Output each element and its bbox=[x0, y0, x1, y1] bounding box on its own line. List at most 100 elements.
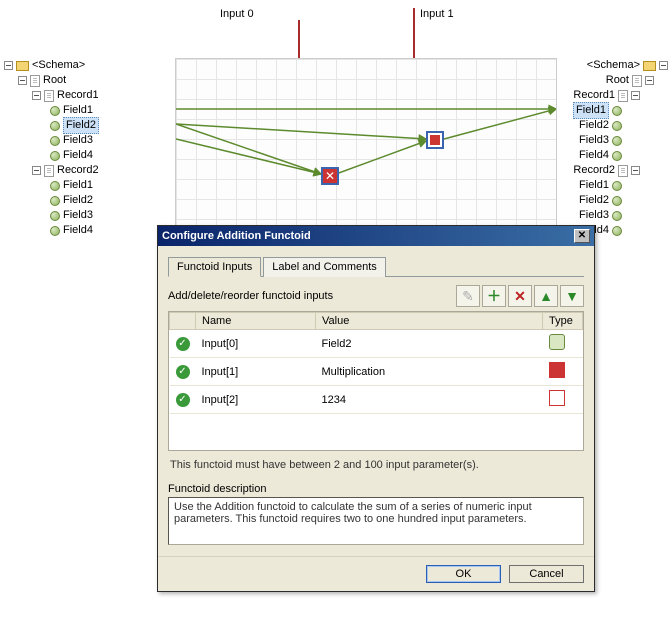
source-field-selected[interactable]: Field2 bbox=[63, 117, 99, 134]
collapse-icon[interactable] bbox=[4, 61, 13, 70]
edit-input-button[interactable]: ✎ bbox=[456, 285, 480, 307]
source-record1[interactable]: Record1 bbox=[57, 88, 99, 103]
dialog-title: Configure Addition Functoid bbox=[162, 230, 311, 242]
input-type-constant-icon bbox=[549, 390, 565, 406]
dest-field[interactable]: Field1 bbox=[579, 178, 609, 193]
source-field[interactable]: Field3 bbox=[63, 133, 93, 148]
input-type-link-icon bbox=[549, 334, 565, 350]
source-field[interactable]: Field3 bbox=[63, 208, 93, 223]
input-value: 1234 bbox=[316, 386, 543, 414]
dest-field[interactable]: Field4 bbox=[579, 148, 609, 163]
collapse-icon[interactable] bbox=[645, 76, 654, 85]
field-icon bbox=[50, 136, 60, 146]
tab-functoid-inputs[interactable]: Functoid Inputs bbox=[168, 257, 261, 277]
callout-input1: Input 1 bbox=[420, 8, 454, 20]
collapse-icon[interactable] bbox=[631, 91, 640, 100]
description-text[interactable] bbox=[168, 497, 584, 545]
record-icon bbox=[618, 165, 628, 177]
dest-schema-node[interactable]: <Schema> bbox=[587, 58, 640, 73]
field-icon bbox=[50, 121, 60, 131]
input-row[interactable]: ✓ Input[1] Multiplication bbox=[170, 358, 583, 386]
collapse-icon[interactable] bbox=[32, 91, 41, 100]
constraint-note: This functoid must have between 2 and 10… bbox=[170, 459, 584, 471]
source-field[interactable]: Field1 bbox=[63, 178, 93, 193]
col-name[interactable]: Name bbox=[196, 313, 316, 330]
field-icon bbox=[612, 226, 622, 236]
dest-schema-tree[interactable]: <Schema> Root Record1 Field1 Field2 Fiel… bbox=[558, 58, 668, 238]
dest-field[interactable]: Field3 bbox=[579, 208, 609, 223]
move-up-button[interactable]: ▲ bbox=[534, 285, 558, 307]
folder-icon bbox=[16, 61, 29, 71]
field-icon bbox=[50, 151, 60, 161]
col-value[interactable]: Value bbox=[316, 313, 543, 330]
col-type[interactable]: Type bbox=[543, 313, 583, 330]
field-icon bbox=[612, 136, 622, 146]
input-name: Input[0] bbox=[196, 330, 316, 358]
description-label: Functoid description bbox=[168, 483, 584, 495]
record-icon bbox=[618, 90, 628, 102]
dialog-tabs: Functoid Inputs Label and Comments bbox=[168, 256, 584, 277]
input-value: Multiplication bbox=[316, 358, 543, 386]
source-field[interactable]: Field1 bbox=[63, 103, 93, 118]
col-status[interactable] bbox=[170, 313, 196, 330]
delete-input-button[interactable]: ✕ bbox=[508, 285, 532, 307]
callout-input0: Input 0 bbox=[220, 8, 254, 20]
dest-field[interactable]: Field2 bbox=[579, 118, 609, 133]
tab-label-comments[interactable]: Label and Comments bbox=[263, 257, 386, 277]
multiplication-functoid[interactable]: ✕ bbox=[321, 167, 339, 185]
dest-record2[interactable]: Record2 bbox=[573, 163, 615, 178]
field-icon bbox=[50, 181, 60, 191]
field-icon bbox=[612, 121, 622, 131]
field-icon bbox=[612, 211, 622, 221]
status-ok-icon: ✓ bbox=[176, 337, 190, 351]
field-icon bbox=[50, 211, 60, 221]
record-icon bbox=[44, 165, 54, 177]
collapse-icon[interactable] bbox=[631, 166, 640, 175]
collapse-icon[interactable] bbox=[659, 61, 668, 70]
dest-record1[interactable]: Record1 bbox=[573, 88, 615, 103]
folder-icon bbox=[643, 61, 656, 71]
addition-functoid[interactable] bbox=[426, 131, 444, 149]
field-icon bbox=[50, 226, 60, 236]
cancel-button[interactable]: Cancel bbox=[509, 565, 584, 583]
input-row[interactable]: ✓ Input[0] Field2 bbox=[170, 330, 583, 358]
move-down-button[interactable]: ▼ bbox=[560, 285, 584, 307]
collapse-icon[interactable] bbox=[18, 76, 27, 85]
mapper-canvas: Input 0 Input 1 <Schema> Root Record1 Fi… bbox=[0, 0, 672, 230]
input-name: Input[2] bbox=[196, 386, 316, 414]
inputs-toolbar: ✎ ＋ ✕ ▲ ▼ bbox=[456, 285, 584, 307]
source-field[interactable]: Field2 bbox=[63, 193, 93, 208]
dest-root[interactable]: Root bbox=[606, 73, 629, 88]
close-icon[interactable]: ✕ bbox=[574, 229, 590, 243]
field-icon bbox=[612, 106, 622, 116]
record-icon bbox=[44, 90, 54, 102]
collapse-icon[interactable] bbox=[32, 166, 41, 175]
inputs-grid[interactable]: Name Value Type ✓ Input[0] Field2 ✓ Inpu… bbox=[168, 311, 584, 451]
field-icon bbox=[50, 106, 60, 116]
dest-field[interactable]: Field2 bbox=[579, 193, 609, 208]
record-icon bbox=[632, 75, 642, 87]
status-ok-icon: ✓ bbox=[176, 393, 190, 407]
inputs-toolbar-label: Add/delete/reorder functoid inputs bbox=[168, 290, 333, 302]
field-icon bbox=[50, 196, 60, 206]
dest-field-selected[interactable]: Field1 bbox=[573, 102, 609, 119]
mapping-grid[interactable]: ✕ bbox=[175, 58, 557, 228]
source-schema-node[interactable]: <Schema> bbox=[32, 58, 85, 73]
source-record2[interactable]: Record2 bbox=[57, 163, 99, 178]
configure-functoid-dialog: Configure Addition Functoid ✕ Functoid I… bbox=[157, 225, 595, 592]
ok-button[interactable]: OK bbox=[426, 565, 501, 583]
field-icon bbox=[612, 181, 622, 191]
dialog-titlebar[interactable]: Configure Addition Functoid ✕ bbox=[158, 226, 594, 246]
add-input-button[interactable]: ＋ bbox=[482, 285, 506, 307]
input-row[interactable]: ✓ Input[2] 1234 bbox=[170, 386, 583, 414]
status-ok-icon: ✓ bbox=[176, 365, 190, 379]
field-icon bbox=[612, 151, 622, 161]
source-schema-tree[interactable]: <Schema> Root Record1 Field1 Field2 Fiel… bbox=[4, 58, 174, 238]
source-field[interactable]: Field4 bbox=[63, 223, 93, 238]
dest-field[interactable]: Field3 bbox=[579, 133, 609, 148]
input-type-functoid-icon bbox=[549, 362, 565, 378]
source-field[interactable]: Field4 bbox=[63, 148, 93, 163]
field-icon bbox=[612, 196, 622, 206]
source-root[interactable]: Root bbox=[43, 73, 66, 88]
record-icon bbox=[30, 75, 40, 87]
